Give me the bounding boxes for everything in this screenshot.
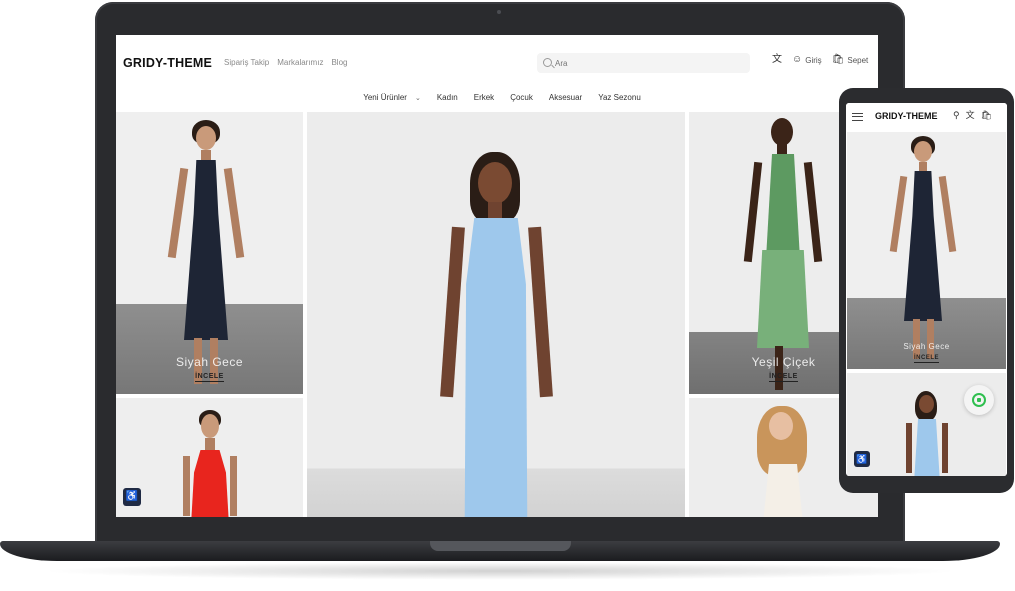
tile-cta[interactable]: İNCELE (847, 355, 1006, 363)
accessibility-button[interactable]: ♿ (854, 451, 870, 467)
model-image (905, 391, 949, 476)
search-icon[interactable]: ⚲ (953, 110, 960, 120)
product-tile-black-dress[interactable]: Siyah Gece İNCELE (116, 112, 303, 394)
whatsapp-button[interactable] (964, 385, 994, 415)
top-link-order-tracking[interactable]: Sipariş Takip (224, 58, 269, 67)
header-actions: 文 ☺ Giriş 🛍 Sepet (772, 55, 868, 65)
phone-header-icons: ⚲ 文 🛍 (953, 110, 992, 120)
nav-item-men[interactable]: Erkek (474, 93, 494, 102)
cart-icon: 🛍 (831, 54, 845, 65)
translate-icon: 文 (772, 54, 782, 65)
cart-icon[interactable]: 🛍 (981, 110, 992, 120)
search-box (537, 53, 750, 73)
model-image (745, 406, 825, 517)
model-image (440, 152, 553, 517)
chevron-down-icon: ⌄ (414, 95, 421, 102)
model-image (743, 112, 823, 394)
whatsapp-icon (972, 393, 986, 407)
user-icon: ☺ (792, 54, 803, 65)
laptop-base (0, 541, 1000, 561)
top-links: Sipariş Takip Markalarımız Blog (224, 58, 347, 67)
login-label: Giriş (805, 55, 822, 65)
top-link-blog[interactable]: Blog (331, 58, 347, 67)
tile-label: Siyah Gece (903, 342, 950, 351)
accessibility-button[interactable]: ♿ (123, 488, 141, 506)
product-tile-red-dress[interactable]: ♿ (116, 398, 303, 517)
nav-item-new-products[interactable]: Yeni Ürünler ⌄ (363, 93, 421, 102)
phone-device: GRIDY-THEME ⚲ 文 🛍 Siyah Gece İNCELE ♿ (839, 88, 1014, 493)
tile-label: Siyah Gece (175, 355, 244, 369)
laptop-screen: GRIDY-THEME Sipariş Takip Markalarımız B… (116, 35, 878, 517)
top-link-brands[interactable]: Markalarımız (277, 58, 323, 67)
phone-product-tile-black-dress[interactable]: Siyah Gece İNCELE (847, 132, 1006, 369)
model-image (166, 120, 256, 390)
accessibility-icon: ♿ (856, 454, 868, 464)
search-icon (543, 58, 552, 67)
model-image (179, 410, 239, 517)
cart-button[interactable]: 🛍 Sepet (832, 55, 869, 65)
laptop-device: GRIDY-THEME Sipariş Takip Markalarımız B… (95, 2, 905, 544)
hamburger-icon[interactable] (852, 113, 863, 121)
nav-item-accessories[interactable]: Aksesuar (549, 93, 582, 102)
product-tile-blue-dress[interactable] (307, 112, 685, 517)
site-header: GRIDY-THEME Sipariş Takip Markalarımız B… (116, 35, 878, 111)
search-input[interactable] (555, 56, 745, 70)
nav-item-women[interactable]: Kadın (437, 93, 458, 102)
main-nav: Yeni Ürünler ⌄ Kadın Erkek Çocuk Aksesuar… (116, 93, 878, 102)
accessibility-icon: ♿ (125, 491, 139, 502)
translate-icon[interactable]: 文 (966, 110, 975, 120)
nav-item-kids[interactable]: Çocuk (510, 93, 533, 102)
cart-label: Sepet (847, 55, 869, 65)
phone-header: GRIDY-THEME ⚲ 文 🛍 (846, 103, 1007, 131)
laptop-notch (430, 541, 571, 551)
phone-logo[interactable]: GRIDY-THEME (875, 111, 938, 121)
laptop-shadow (40, 562, 960, 580)
phone-screen: GRIDY-THEME ⚲ 文 🛍 Siyah Gece İNCELE ♿ (846, 103, 1007, 476)
language-button[interactable]: 文 (772, 55, 782, 65)
login-button[interactable]: ☺ Giriş (792, 55, 822, 65)
site-logo[interactable]: GRIDY-THEME (123, 56, 212, 70)
model-image (889, 136, 965, 366)
laptop-camera (497, 10, 501, 14)
nav-item-summer-season[interactable]: Yaz Sezonu (598, 93, 641, 102)
tile-cta[interactable]: İNCELE (116, 373, 303, 382)
